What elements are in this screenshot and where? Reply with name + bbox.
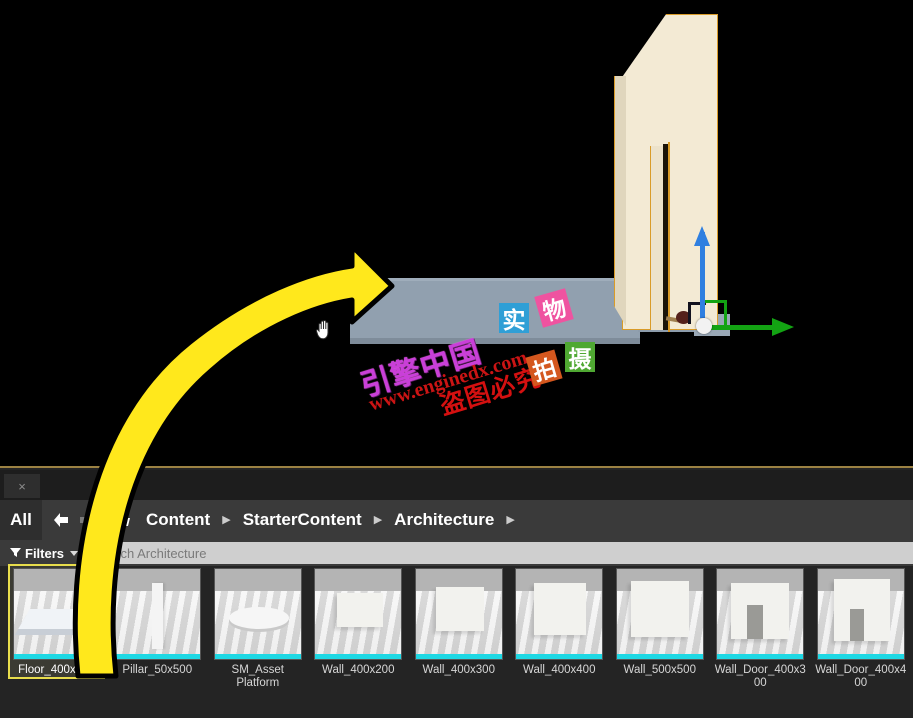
filter-bar: Filters Search Architecture xyxy=(0,540,913,566)
filters-label: Filters xyxy=(25,545,65,561)
door-leaf xyxy=(650,146,664,330)
breadcrumb: Content ▶ StarterContent ▶ Architecture … xyxy=(140,510,521,530)
arrow-right-icon[interactable] xyxy=(76,509,98,531)
asset-thumbnail[interactable] xyxy=(314,568,403,660)
asset-item-sm-asset-platform[interactable]: SM_Asset Platform xyxy=(210,566,307,690)
level-viewport[interactable]: 引擎中国 www.enginedx.com 盗图必究 实 物 拍 摄 xyxy=(0,0,913,466)
gizmo-z-axis-arrow[interactable] xyxy=(694,226,710,246)
asset-type-accent-bar xyxy=(315,654,402,659)
asset-type-accent-bar xyxy=(415,654,502,659)
gizmo-y-axis[interactable] xyxy=(704,325,778,330)
asset-item-wall-door-400x400[interactable]: Wall_Door_400x400 xyxy=(813,566,910,690)
door-frame-edge xyxy=(668,142,670,332)
arrow-left-icon[interactable] xyxy=(50,509,72,531)
watermark-url: www.enginedx.com xyxy=(366,346,530,416)
asset-type-accent-bar xyxy=(114,654,201,659)
asset-label: Wall_400x400 xyxy=(523,664,596,676)
gizmo-pivot[interactable] xyxy=(696,318,712,334)
thumb-mesh-door-opening xyxy=(747,605,764,639)
asset-label: Pillar_50x500 xyxy=(122,664,193,676)
search-placeholder: Search Architecture xyxy=(93,545,207,561)
asset-item-floor-400x400[interactable]: Floor_400x400 xyxy=(8,564,105,679)
breadcrumb-item-architecture[interactable]: Architecture xyxy=(388,510,500,530)
history-nav-group xyxy=(42,509,108,531)
folder-icon[interactable] xyxy=(108,512,140,528)
hand-cursor xyxy=(315,320,329,340)
gizmo-plane-yz-b[interactable] xyxy=(724,300,727,328)
close-tab-button[interactable]: × xyxy=(4,474,40,498)
breadcrumb-item-startercontent[interactable]: StarterContent xyxy=(237,510,368,530)
asset-thumbnail[interactable] xyxy=(12,568,101,660)
asset-type-accent-bar xyxy=(717,654,804,659)
asset-label: Wall_400x200 xyxy=(322,664,395,676)
thumb-mesh-pillar xyxy=(152,583,164,649)
filters-button[interactable]: Filters xyxy=(0,540,87,566)
asset-thumbnail[interactable] xyxy=(816,568,905,660)
watermark-badge-pai: 拍 xyxy=(525,349,563,387)
asset-grid: Floor_400x400 Pillar_50x500 SM_Asset Pla… xyxy=(0,564,913,718)
chevron-down-icon[interactable] xyxy=(70,550,79,556)
gizmo-y-axis-arrow[interactable] xyxy=(772,318,794,336)
thumb-mesh-wall xyxy=(337,593,384,627)
thumb-sky xyxy=(315,569,402,591)
wall-side-face xyxy=(614,76,626,326)
all-filter-button[interactable]: All xyxy=(0,500,42,540)
asset-item-wall-400x200[interactable]: Wall_400x200 xyxy=(310,566,407,677)
thumb-mesh-wall xyxy=(630,581,689,637)
asset-label: Wall_500x500 xyxy=(623,664,696,676)
asset-item-wall-400x300[interactable]: Wall_400x300 xyxy=(411,566,508,677)
asset-thumbnail[interactable] xyxy=(615,568,704,660)
watermark-badge-shi: 实 xyxy=(499,303,529,334)
tab-strip: × xyxy=(0,470,913,500)
asset-item-pillar-50x500[interactable]: Pillar_50x500 xyxy=(109,566,206,677)
thumb-mesh-floor xyxy=(17,609,96,629)
thumb-mesh-door-opening xyxy=(849,609,864,641)
chevron-right-icon[interactable]: ▶ xyxy=(500,514,520,526)
watermark-badge-she: 摄 xyxy=(565,342,595,373)
asset-item-wall-400x400[interactable]: Wall_400x400 xyxy=(511,566,608,677)
floor-mesh[interactable] xyxy=(350,278,640,340)
navigation-bar: All Content ▶ StarterContent ▶ Architect… xyxy=(0,500,913,540)
asset-thumbnail[interactable] xyxy=(716,568,805,660)
search-input[interactable]: Search Architecture xyxy=(87,542,913,564)
thumb-mesh-wall xyxy=(534,583,587,635)
thumb-mesh-wall xyxy=(435,587,484,631)
asset-thumbnail[interactable] xyxy=(515,568,604,660)
asset-thumbnail[interactable] xyxy=(213,568,302,660)
asset-label: Floor_400x400 xyxy=(18,664,95,676)
asset-item-wall-500x500[interactable]: Wall_500x500 xyxy=(612,566,709,677)
floor-mesh-edge xyxy=(350,338,640,344)
content-browser-panel: × All Content ▶ StarterContent ▶ Archite… xyxy=(0,466,913,718)
thumb-sky xyxy=(214,569,301,591)
asset-type-accent-bar xyxy=(214,654,301,659)
asset-thumbnail[interactable] xyxy=(414,568,503,660)
asset-item-wall-door-400x300[interactable]: Wall_Door_400x300 xyxy=(712,566,809,690)
funnel-icon xyxy=(10,546,21,561)
gizmo-plane-xz-b[interactable] xyxy=(688,302,691,324)
asset-thumbnail[interactable] xyxy=(113,568,202,660)
asset-type-accent-bar xyxy=(13,654,100,659)
chevron-right-icon[interactable]: ▶ xyxy=(368,514,388,526)
asset-label: Wall_400x300 xyxy=(422,664,495,676)
breadcrumb-item-content[interactable]: Content xyxy=(140,510,216,530)
asset-type-accent-bar xyxy=(817,654,904,659)
asset-label: SM_Asset Platform xyxy=(231,664,284,689)
asset-label: Wall_Door_400x400 xyxy=(815,664,907,689)
asset-type-accent-bar xyxy=(616,654,703,659)
asset-type-accent-bar xyxy=(516,654,603,659)
thumb-mesh-platform xyxy=(228,607,289,629)
asset-label: Wall_Door_400x300 xyxy=(714,664,806,689)
chevron-right-icon[interactable]: ▶ xyxy=(216,514,236,526)
thumb-sky xyxy=(13,569,100,591)
